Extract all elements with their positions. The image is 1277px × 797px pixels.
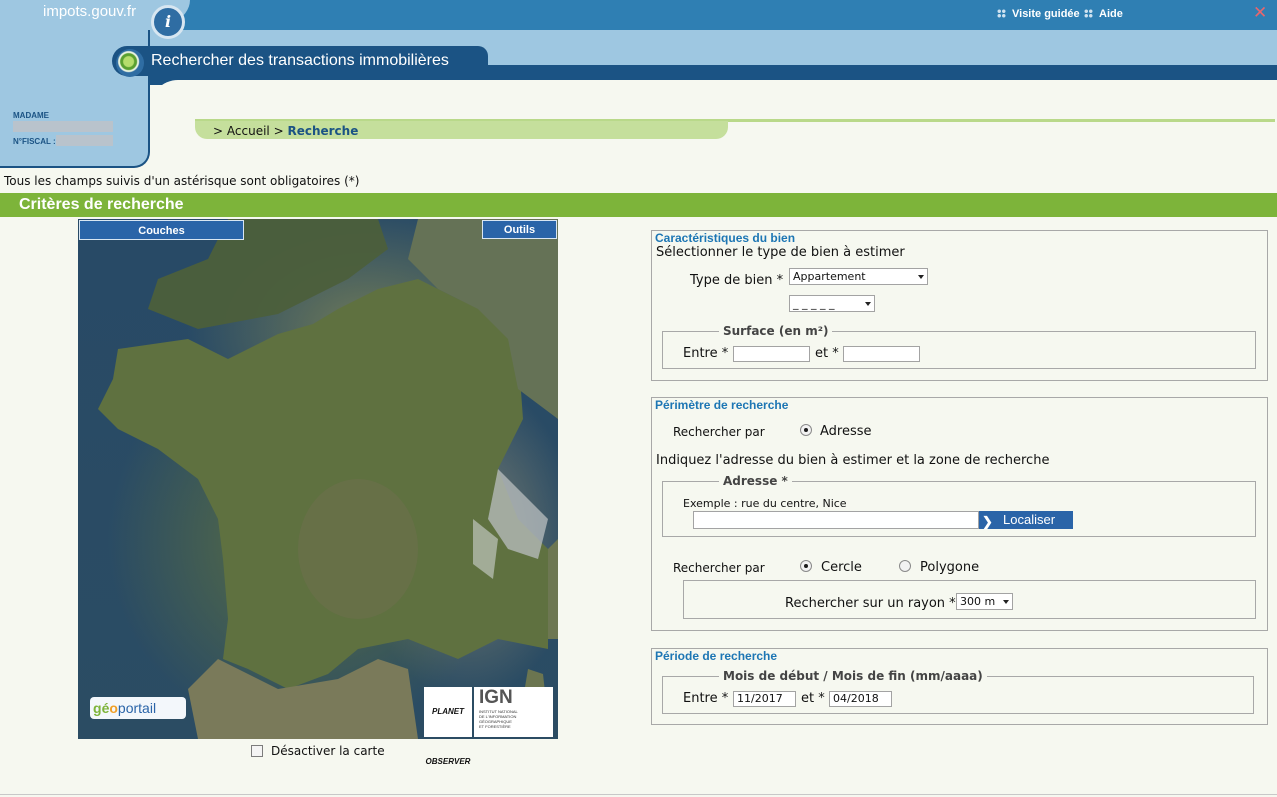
characteristics-intro: Sélectionner le type de bien à estimer — [656, 245, 905, 260]
period-legend: Période de recherche — [655, 649, 778, 663]
breadcrumb: > Accueil > Recherche — [195, 121, 728, 139]
ign-logo: IGN INSTITUT NATIONAL DE L'INFORMATION G… — [474, 687, 553, 737]
address-intro: Indiquez l'adresse du bien à estimer et … — [656, 453, 1050, 468]
period-from-input[interactable]: 11/2017 — [733, 691, 796, 707]
property-type-select[interactable]: Appartement — [789, 268, 928, 285]
property-type-label: Type de bien * — [690, 273, 784, 288]
surface-from-label: Entre * — [683, 346, 729, 361]
dots-icon — [1084, 9, 1093, 18]
tools-button[interactable]: Outils — [482, 220, 557, 239]
user-title-label: MADAME — [13, 111, 49, 120]
site-brand[interactable]: impots.gouv.fr — [43, 3, 136, 20]
surface-to-label: et * — [815, 346, 839, 361]
locate-button[interactable]: ❯ Localiser — [979, 511, 1073, 529]
chevron-down-icon — [1003, 600, 1009, 604]
geoportail-logo: géoportail — [90, 697, 186, 719]
property-type-value: Appartement — [793, 270, 866, 283]
address-example: Exemple : rue du centre, Nice — [683, 497, 847, 510]
guided-tour-link[interactable]: Visite guidée — [997, 8, 1080, 20]
address-legend: Adresse * — [719, 474, 792, 488]
period-sublegend: Mois de début / Mois de fin (mm/aaaa) — [719, 669, 987, 683]
planet-observer-logo: PLANET OBSERVER — [424, 687, 472, 766]
circle-radio-label: Cercle — [821, 560, 862, 575]
radius-label: Rechercher sur un rayon * — [785, 596, 956, 611]
surface-legend: Surface (en m²) — [719, 324, 833, 338]
period-from-label: Entre * — [683, 691, 729, 706]
breadcrumb-separator: > — [273, 124, 284, 138]
satellite-map[interactable] — [78, 219, 558, 739]
property-subtype-value: _ _ _ _ _ — [793, 297, 835, 310]
breadcrumb-current: Recherche — [287, 124, 359, 138]
breadcrumb-home[interactable]: Accueil — [227, 124, 270, 138]
address-input[interactable] — [693, 511, 979, 529]
disable-map-checkbox[interactable] — [251, 745, 263, 757]
fiscal-number-label: N°FISCAL : — [13, 137, 56, 146]
radius-select[interactable]: 300 m — [956, 593, 1013, 610]
footer-divider — [0, 794, 1277, 795]
layers-button[interactable]: Couches — [79, 220, 244, 240]
guided-tour-label: Visite guidée — [1012, 8, 1080, 20]
address-radio[interactable] — [800, 424, 812, 436]
period-to-label: et * — [801, 691, 825, 706]
close-icon[interactable]: ✕ — [1253, 3, 1267, 23]
section-header-bar — [0, 193, 1277, 217]
dots-icon — [997, 9, 1006, 18]
disable-map-label: Désactiver la carte — [271, 744, 385, 758]
search-by-label: Rechercher par — [673, 425, 765, 439]
surface-from-input[interactable] — [733, 346, 810, 362]
polygon-radio[interactable] — [899, 560, 911, 572]
radius-value: 300 m — [960, 595, 996, 608]
circle-radio[interactable] — [800, 560, 812, 572]
globe-icon — [116, 49, 144, 77]
property-subtype-select[interactable]: _ _ _ _ _ — [789, 295, 875, 312]
chevron-right-icon: ❯ — [982, 514, 993, 529]
help-link[interactable]: Aide — [1084, 8, 1123, 20]
help-label: Aide — [1099, 8, 1123, 20]
chevron-down-icon — [865, 302, 871, 306]
period-to-input[interactable]: 04/2018 — [829, 691, 892, 707]
disable-map-option[interactable]: Désactiver la carte — [251, 744, 385, 758]
section-title: Critères de recherche — [19, 196, 184, 213]
locate-button-label: Localiser — [1003, 512, 1056, 527]
surface-to-input[interactable] — [843, 346, 920, 362]
zone-search-by-label: Rechercher par — [673, 561, 765, 575]
required-fields-note: Tous les champs suivis d'un astérisque s… — [4, 174, 360, 188]
perimeter-legend: Périmètre de recherche — [655, 398, 789, 412]
user-name-masked — [13, 121, 113, 132]
page-title: Rechercher des transactions immobilières — [151, 52, 449, 69]
chevron-down-icon — [918, 275, 924, 279]
address-radio-label: Adresse — [820, 424, 872, 439]
polygon-radio-label: Polygone — [920, 560, 980, 575]
map-imagery — [98, 219, 558, 739]
breadcrumb-separator: > — [213, 124, 224, 138]
characteristics-legend: Caractéristiques du bien — [655, 231, 796, 245]
impots-logo-icon[interactable]: i — [151, 5, 185, 39]
fiscal-number-masked — [56, 135, 113, 146]
